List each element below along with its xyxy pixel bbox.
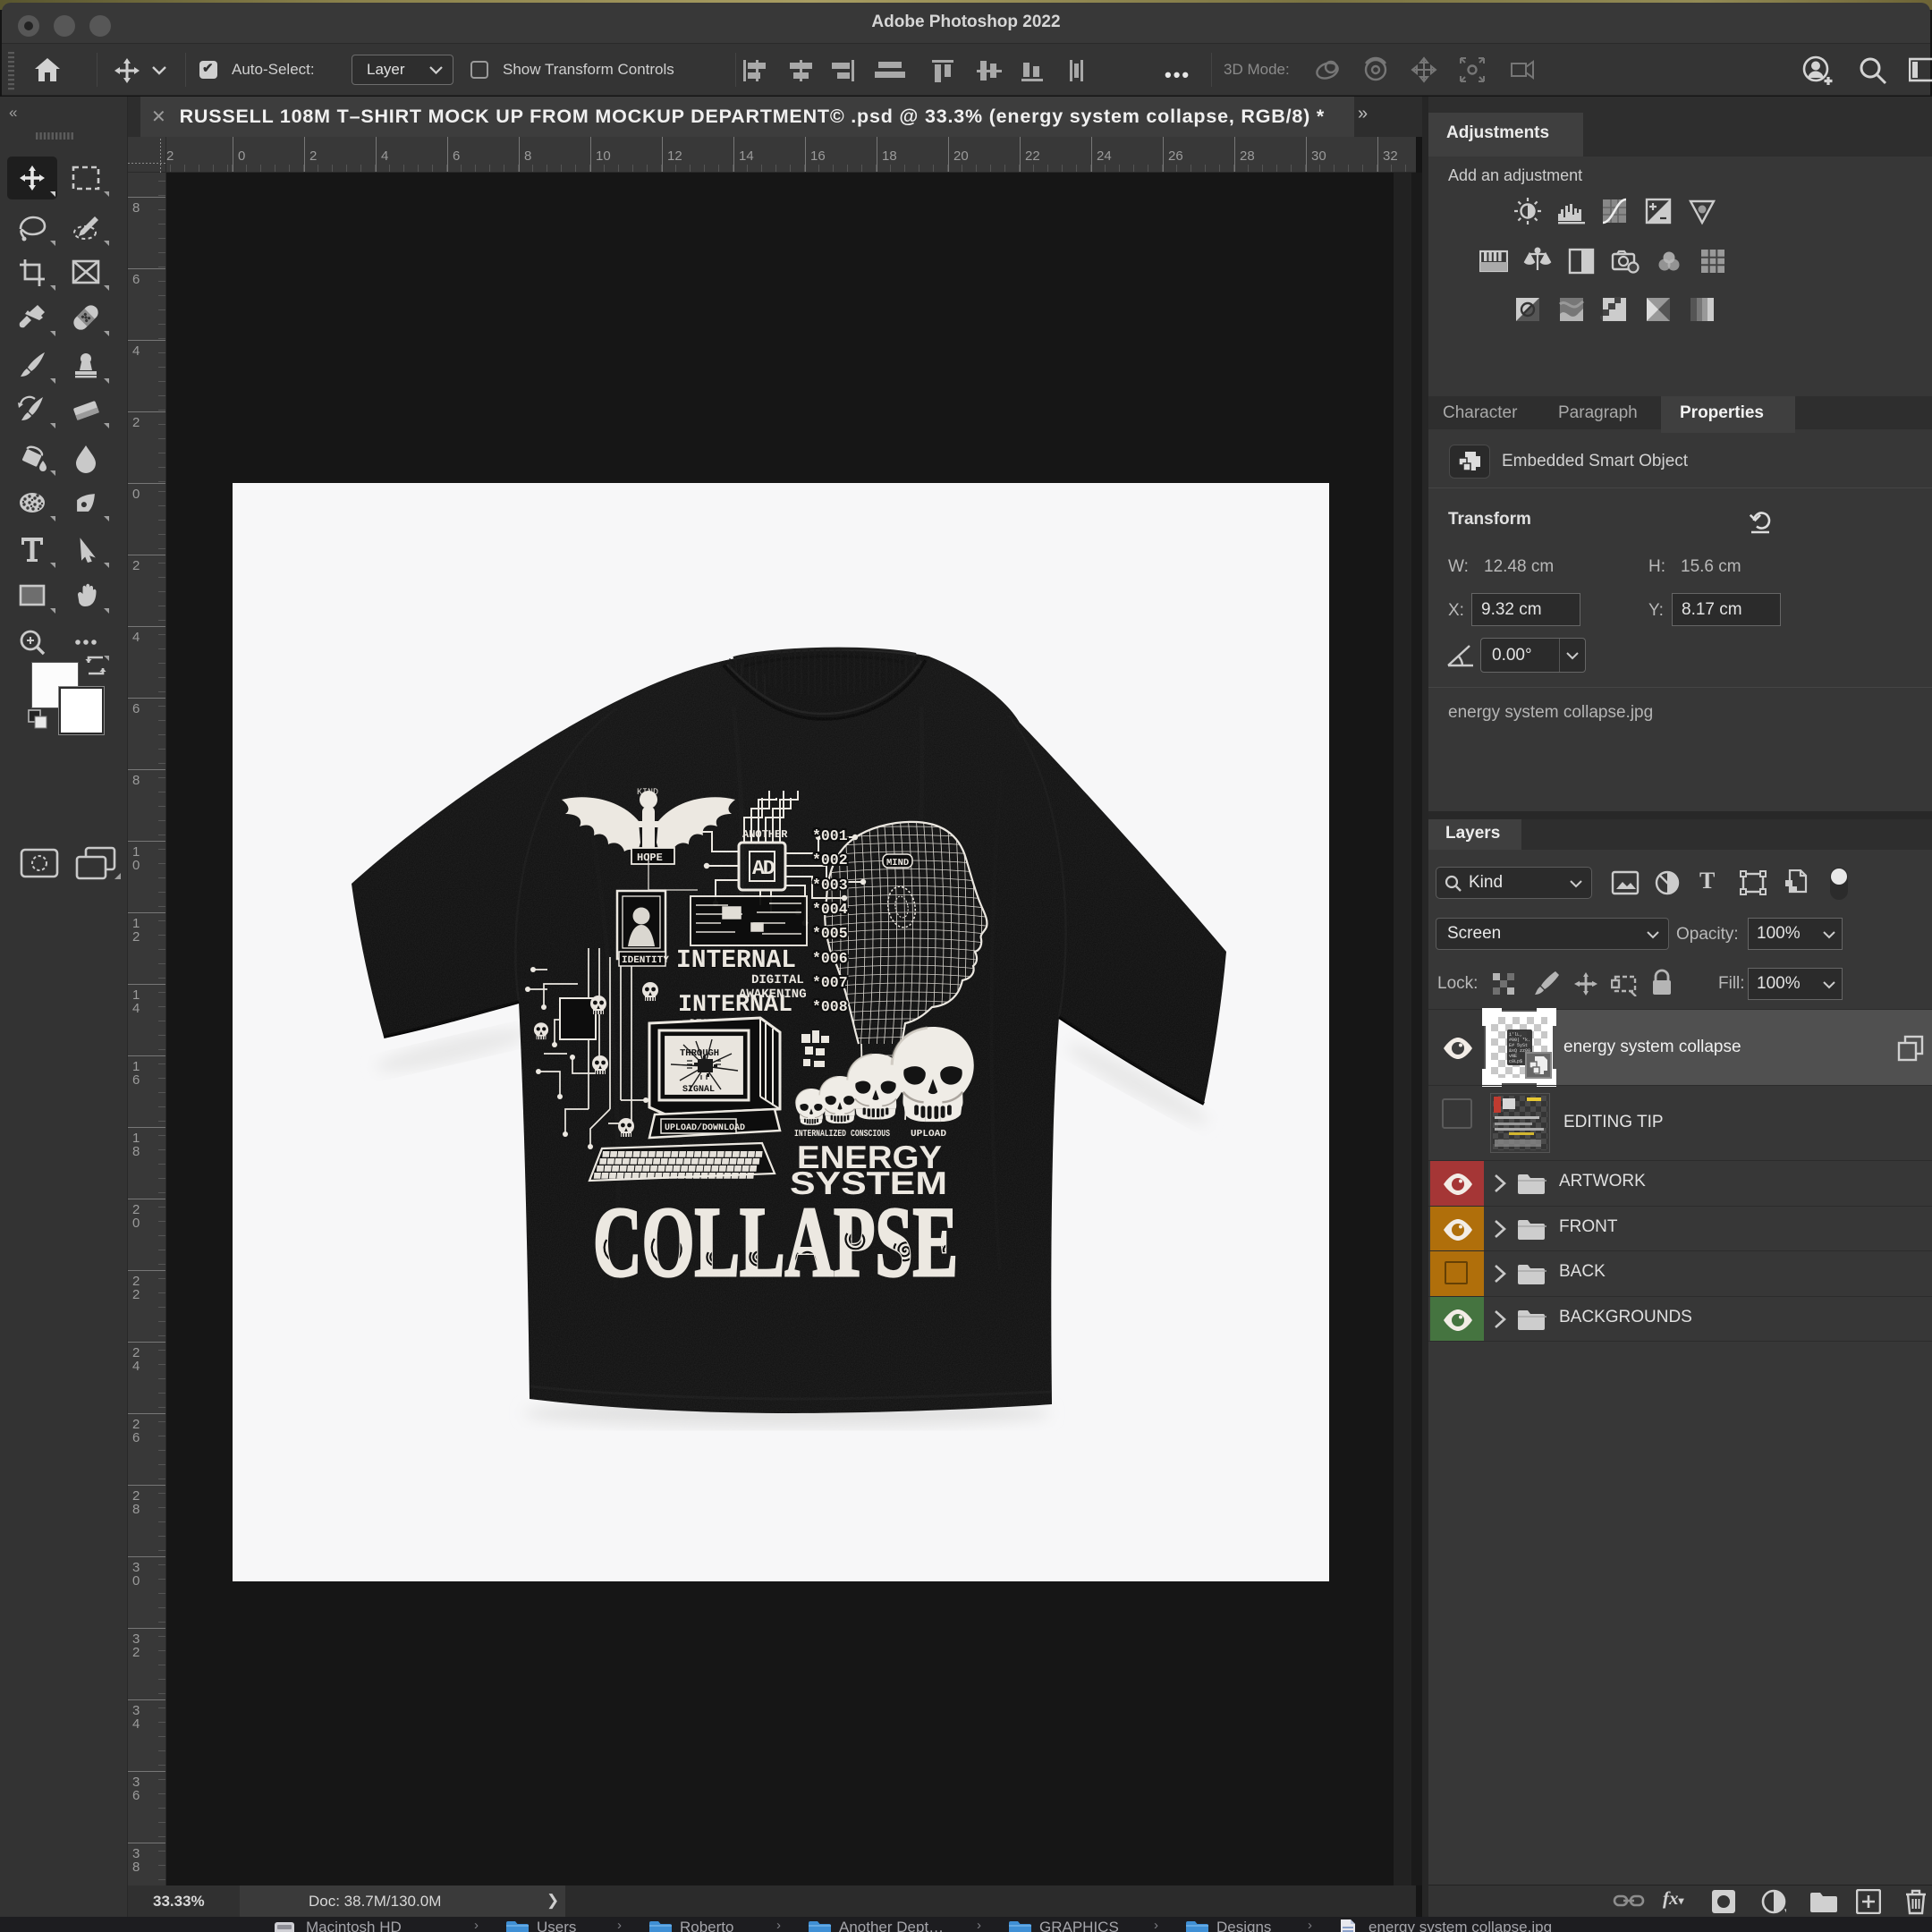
svg-text:*004: *004 [812, 901, 848, 918]
svg-text:DIGITAL: DIGITAL [751, 973, 804, 987]
svg-text:AD: AD [752, 857, 775, 880]
svg-text:SIGNAL: SIGNAL [682, 1085, 715, 1095]
svg-text:KIND: KIND [637, 788, 658, 798]
svg-text:*006: *006 [812, 950, 848, 967]
svg-text:INTERNAL: INTERNAL [678, 992, 792, 1019]
svg-text:*001: *001 [812, 827, 848, 844]
svg-text:UPLOAD/DOWNLOAD: UPLOAD/DOWNLOAD [665, 1123, 745, 1133]
svg-text:*002: *002 [812, 852, 848, 869]
svg-text:MIND: MIND [886, 858, 909, 869]
svg-text:*008: *008 [812, 998, 848, 1015]
svg-text:▾: ▾ [1784, 1906, 1786, 1914]
svg-text:*003: *003 [812, 877, 848, 894]
svg-text:INTERNAL: INTERNAL [676, 945, 796, 975]
svg-text:*005: *005 [812, 925, 848, 942]
svg-text:HOPE: HOPE [637, 852, 663, 864]
svg-text:IDENTITY: IDENTITY [622, 955, 669, 966]
svg-text:ANOTHER: ANOTHER [742, 828, 788, 841]
svg-text:THROUGH: THROUGH [680, 1048, 719, 1059]
svg-text:*007: *007 [812, 974, 848, 991]
